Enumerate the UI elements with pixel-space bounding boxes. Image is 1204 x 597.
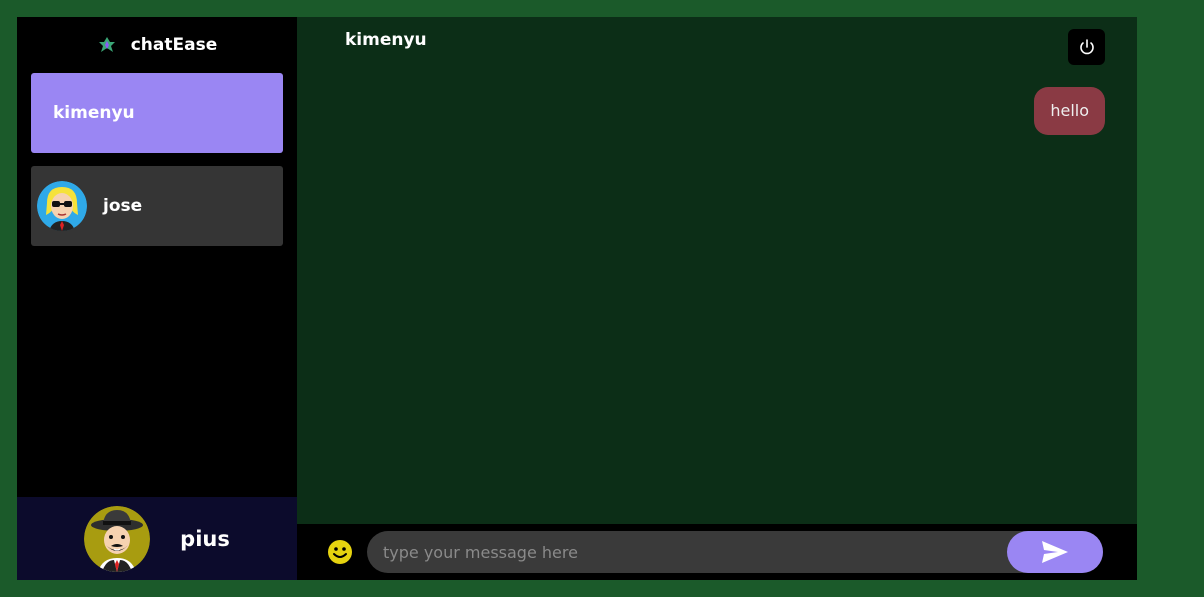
contact-list: kimenyu jose [17, 73, 297, 246]
brand: chatEase [17, 17, 297, 73]
message-composer [297, 524, 1137, 580]
send-button[interactable] [1007, 531, 1103, 573]
message-list: hello [297, 87, 1105, 135]
contact-item-kimenyu[interactable]: kimenyu [31, 73, 283, 153]
chat-app: chatEase kimenyu jose pius kimenyu hello… [17, 17, 1137, 580]
avatar [84, 505, 151, 572]
logout-button[interactable] [1068, 29, 1105, 65]
avatar [37, 181, 87, 231]
chatEase-logo-icon [97, 35, 117, 55]
contact-name: kimenyu [53, 103, 135, 123]
message-input[interactable] [367, 541, 985, 563]
paper-plane-icon [1042, 541, 1068, 563]
chat-header: kimenyu [297, 17, 1137, 65]
contact-name: jose [103, 196, 143, 216]
contact-item-jose[interactable]: jose [31, 166, 283, 246]
current-user-panel: pius [17, 497, 297, 580]
app-name: chatEase [130, 35, 218, 55]
current-user-name: pius [180, 526, 230, 551]
chat-title: kimenyu [345, 30, 427, 50]
message-input-wrapper [367, 531, 1103, 573]
sidebar: chatEase kimenyu jose pius [17, 17, 297, 580]
smiley-icon[interactable] [327, 539, 353, 565]
chat-panel: kimenyu hello [297, 17, 1137, 580]
message-bubble-sent: hello [1034, 87, 1105, 135]
power-icon [1079, 39, 1094, 55]
